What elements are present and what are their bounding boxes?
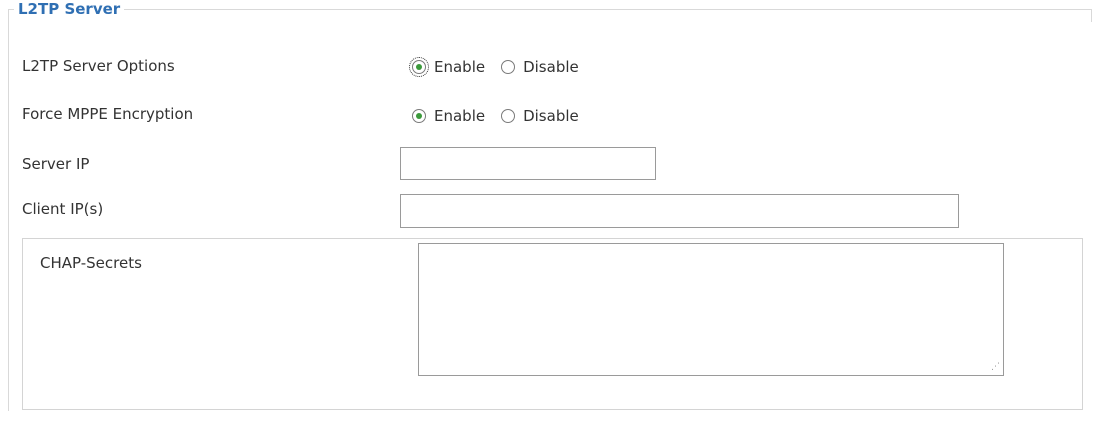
client-ips-input[interactable] (400, 194, 959, 228)
server-ip-input[interactable] (400, 147, 656, 180)
force-mppe-enable-radio[interactable] (412, 109, 426, 123)
server-options-disable-label[interactable]: Disable (523, 57, 579, 77)
chap-secrets-label: CHAP-Secrets (40, 254, 142, 272)
fieldset-border (8, 9, 1092, 22)
force-mppe-disable-radio[interactable] (501, 109, 516, 123)
force-mppe-disable-label[interactable]: Disable (523, 106, 579, 126)
fieldset-border-left (8, 9, 9, 411)
server-options-label: L2TP Server Options (22, 57, 175, 75)
force-mppe-radio-group: Enable Disable (412, 106, 595, 126)
section-title: L2TP Server (14, 0, 125, 18)
resize-grip-icon[interactable]: ⋰ (990, 362, 1000, 372)
server-options-disable-radio[interactable] (501, 60, 516, 74)
server-ip-label: Server IP (22, 155, 90, 173)
chap-secrets-textarea[interactable]: ⋰ (418, 243, 1004, 376)
server-options-enable-radio[interactable] (409, 57, 429, 77)
client-ips-label: Client IP(s) (22, 200, 104, 218)
server-options-enable-label[interactable]: Enable (434, 57, 485, 77)
force-mppe-enable-label[interactable]: Enable (434, 106, 485, 126)
force-mppe-label: Force MPPE Encryption (22, 105, 194, 123)
server-options-radio-group: Enable Disable (409, 57, 595, 77)
